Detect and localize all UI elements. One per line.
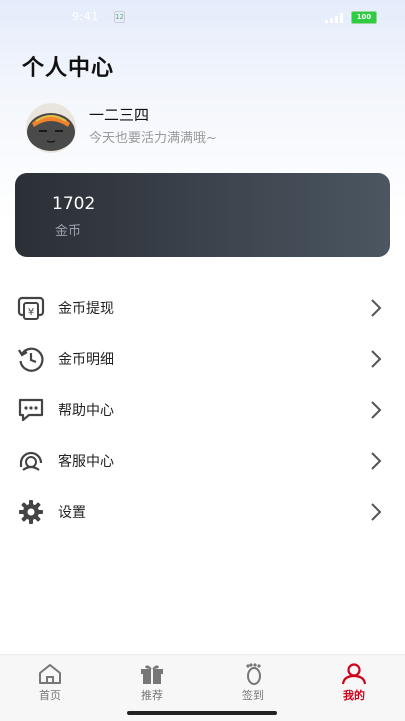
home-icon <box>39 664 61 684</box>
menu-item-help-center[interactable]: 帮助中心 <box>0 384 405 435</box>
chat-help-icon <box>16 395 46 425</box>
tab-label: 推荐 <box>141 689 163 702</box>
avatar[interactable] <box>26 103 76 153</box>
tab-label: 签到 <box>242 689 264 702</box>
status-time: 9:41 <box>72 10 99 23</box>
history-icon <box>16 344 46 374</box>
footprint-icon <box>246 663 261 685</box>
coin-balance: 1702 <box>52 194 96 214</box>
status-bar: 9:41 12 100 <box>0 0 405 36</box>
tab-label: 我的 <box>343 689 365 702</box>
svg-text:¥: ¥ <box>28 307 34 318</box>
menu-list: ¥ 金币提现 金币明细 帮助中心 客服中心 设置 <box>0 282 405 537</box>
status-right: 100 <box>325 11 377 24</box>
menu-label: 客服中心 <box>58 453 114 470</box>
gift-icon <box>141 665 163 684</box>
battery-icon: 100 <box>351 11 377 24</box>
tab-recommend[interactable]: 推荐 <box>122 663 182 703</box>
user-icon <box>341 663 367 685</box>
menu-label: 设置 <box>58 504 86 521</box>
wallet-yuan-icon: ¥ <box>16 293 46 323</box>
page-title: 个人中心 <box>22 56 115 81</box>
menu-item-settings[interactable]: 设置 <box>0 486 405 537</box>
chevron-right-icon <box>371 400 382 419</box>
chevron-right-icon <box>371 502 382 521</box>
chevron-right-icon <box>371 349 382 368</box>
tab-mine[interactable]: 我的 <box>324 663 384 703</box>
chevron-right-icon <box>371 298 382 317</box>
home-indicator[interactable] <box>127 711 277 715</box>
menu-label: 金币明细 <box>58 351 114 368</box>
avatar-image <box>26 103 76 153</box>
menu-label: 帮助中心 <box>58 402 114 419</box>
tab-home[interactable]: 首页 <box>20 663 80 703</box>
headset-icon <box>16 446 46 476</box>
gear-icon <box>16 497 46 527</box>
coin-card[interactable]: 1702 金币 <box>15 173 390 257</box>
coin-label: 金币 <box>55 224 82 239</box>
user-slogan: 今天也要活力满满哦~ <box>89 131 217 146</box>
sim-indicator: 12 <box>114 11 125 23</box>
username: 一二三四 <box>89 106 150 124</box>
menu-item-withdraw[interactable]: ¥ 金币提现 <box>0 282 405 333</box>
menu-label: 金币提现 <box>58 300 114 317</box>
signal-icon <box>325 12 343 23</box>
menu-item-customer-service[interactable]: 客服中心 <box>0 435 405 486</box>
tab-label: 首页 <box>39 689 61 702</box>
menu-item-coin-detail[interactable]: 金币明细 <box>0 333 405 384</box>
tab-checkin[interactable]: 签到 <box>223 663 283 703</box>
chevron-right-icon <box>371 451 382 470</box>
